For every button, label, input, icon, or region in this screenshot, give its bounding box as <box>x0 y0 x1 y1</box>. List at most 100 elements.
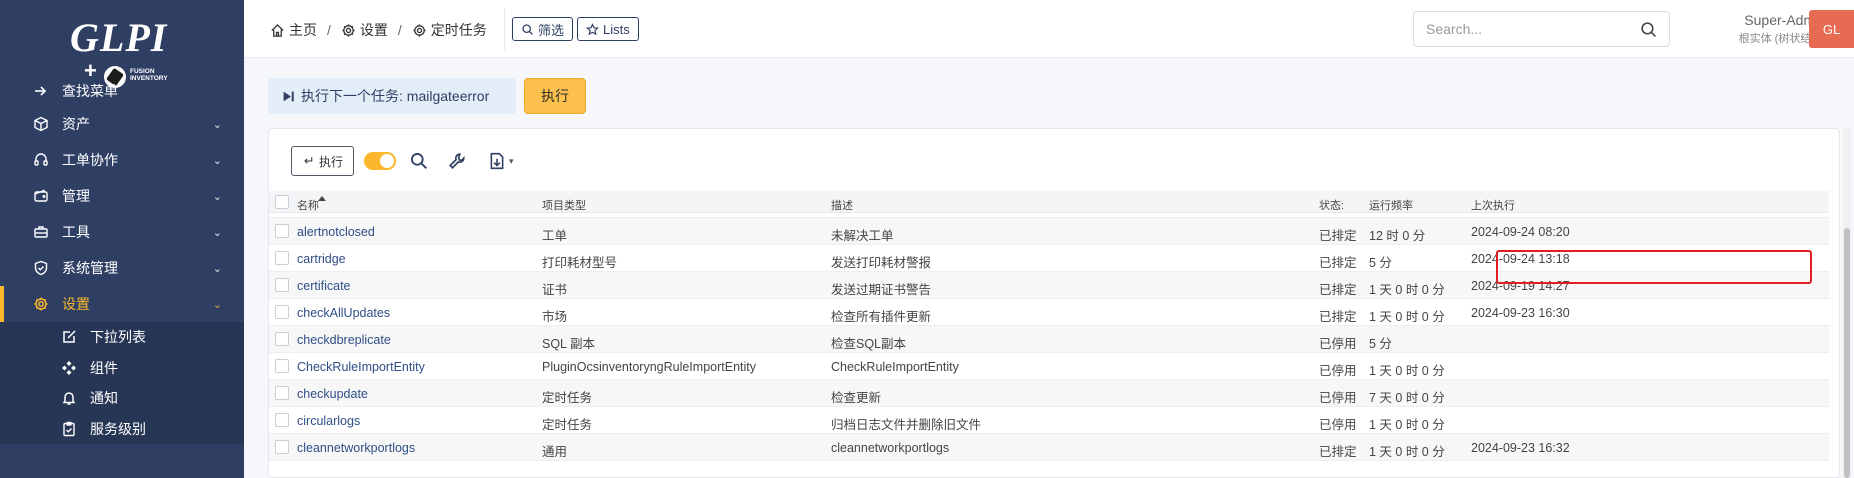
breadcrumb-home-label: 主页 <box>289 22 317 38</box>
cell-name[interactable]: cartridge <box>297 252 346 266</box>
row-checkbox[interactable] <box>275 251 289 265</box>
cell-description: 发送打印耗材警报 <box>831 256 932 270</box>
next-task-banner[interactable]: 执行下一个任务: mailgateerror <box>268 78 516 114</box>
table-row[interactable]: circularlogs 定时任务 归档日志文件并删除旧文件 已停用 1 天 0 时 0… <box>269 407 1829 434</box>
column-header-last-run[interactable]: 上次执行 <box>1471 197 1515 213</box>
column-header-frequency[interactable]: 运行频率 <box>1369 197 1413 213</box>
sidebar-subitem-3[interactable]: 服务级别 <box>0 414 244 445</box>
glpi-logo[interactable]: GLPI + FUSION INVENTORY <box>70 14 180 88</box>
scrollbar[interactable] <box>1843 128 1851 478</box>
breadcrumb: 主页 / 设置 / 定时任务 <box>270 20 487 40</box>
box-icon <box>32 115 50 133</box>
cell-status: 已排定 <box>1319 283 1357 297</box>
row-checkbox[interactable] <box>275 413 289 427</box>
column-header-itemtype[interactable]: 项目类型 <box>542 197 586 213</box>
row-checkbox[interactable] <box>275 440 289 454</box>
filter-button[interactable]: 筛选 <box>512 17 574 41</box>
sidebar-subitem-0[interactable]: 下拉列表 <box>0 322 244 353</box>
row-checkbox[interactable] <box>275 386 289 400</box>
avatar[interactable]: GL <box>1809 10 1854 48</box>
edit-icon <box>60 328 78 346</box>
cron-task-table: 名称 项目类型 描述 状态: 运行频率 上次执行 alertnotclosed 工… <box>269 191 1829 477</box>
column-header-description[interactable]: 描述 <box>831 197 853 213</box>
play-next-icon <box>283 91 294 101</box>
cron-task-list-card: 执行 ▾ 名称 项目类型 描述 状态: 运行频率 上次执行 alertnotcl… <box>268 128 1840 478</box>
cell-description: 检查所有插件更新 <box>831 310 932 324</box>
sidebar-menu: 查找菜单 资产 ⌄ 工单协作 ⌄ 管理 ⌄ 工具 ⌄ 系统管理 ⌄ 设置 ⌄ 下拉列表 组件 通知 服务级别 <box>0 76 244 444</box>
sidebar-item-1[interactable]: 资产 ⌄ <box>0 106 244 142</box>
lists-button-label: Lists <box>603 21 630 37</box>
arrow-right-icon <box>32 82 50 100</box>
user-menu[interactable]: Super-Admin 根实体 (树状结构) <box>1706 12 1826 46</box>
row-checkbox[interactable] <box>275 305 289 319</box>
cell-description: 检查SQL副本 <box>831 337 907 351</box>
chevron-down-icon: ⌄ <box>212 119 222 131</box>
table-row[interactable]: checkupdate 定时任务 检查更新 已停用 7 天 0 时 0 分 <box>269 380 1829 407</box>
cell-description: 检查更新 <box>831 391 882 405</box>
search-input[interactable] <box>1414 12 1624 46</box>
row-checkbox[interactable] <box>275 224 289 238</box>
cell-name[interactable]: checkdbreplicate <box>297 333 391 347</box>
table-row[interactable]: checkAllUpdates 市场 检查所有插件更新 已排定 1 天 0 时 0 分 2… <box>269 299 1829 326</box>
sidebar-subitem-2[interactable]: 通知 <box>0 383 244 414</box>
cell-name[interactable]: cleannetworkportlogs <box>297 441 415 455</box>
lists-button[interactable]: Lists <box>577 17 639 41</box>
cell-name[interactable]: alertnotclosed <box>297 225 375 239</box>
sidebar-subitem-label: 下拉列表 <box>90 329 146 346</box>
wallet-icon <box>32 187 50 205</box>
cell-name[interactable]: certificate <box>297 279 351 293</box>
table-row[interactable]: cartridge 打印耗材型号 发送打印耗材警报 已排定 5 分 2024-09-24 … <box>269 245 1829 272</box>
cell-frequency: 1 天 0 时 0 分 <box>1369 418 1445 432</box>
cell-last-run: 2024-09-19 14:27 <box>1471 279 1570 293</box>
sidebar-item-label: 系统管理 <box>62 260 118 276</box>
wrench-icon[interactable] <box>446 150 468 172</box>
sidebar-item-4[interactable]: 工具 ⌄ <box>0 214 244 250</box>
cell-name[interactable]: CheckRuleImportEntity <box>297 360 425 374</box>
export-icon[interactable] <box>486 150 508 172</box>
row-checkbox[interactable] <box>275 278 289 292</box>
gear-icon <box>413 23 426 37</box>
logo-text: GLPI <box>70 15 168 60</box>
table-row[interactable]: cleannetworkportlogs 通用 cleannetworkportlo… <box>269 434 1829 461</box>
row-checkbox[interactable] <box>275 359 289 373</box>
cell-name[interactable]: circularlogs <box>297 414 360 428</box>
briefcase-icon <box>32 223 50 241</box>
table-row[interactable]: CheckRuleImportEntity PluginOcsinventoryn… <box>269 353 1829 380</box>
star-icon <box>586 22 599 35</box>
sidebar-item-6[interactable]: 设置 ⌄ <box>0 286 244 322</box>
table-row[interactable]: alertnotclosed 工单 未解决工单 已排定 12 时 0 分 2024-09-… <box>269 218 1829 245</box>
table-row[interactable]: certificate 证书 发送过期证书警告 已排定 1 天 0 时 0 分 2024-… <box>269 272 1829 299</box>
table-row[interactable]: checkdbreplicate SQL 副本 检查SQL副本 已停用 5 分 <box>269 326 1829 353</box>
cell-description: 归档日志文件并删除旧文件 <box>831 418 982 432</box>
column-header-status[interactable]: 状态: <box>1319 197 1344 213</box>
breadcrumb-settings[interactable]: 设置 <box>341 20 388 40</box>
cell-status: 已停用 <box>1319 391 1357 405</box>
sidebar-item-5[interactable]: 系统管理 ⌄ <box>0 250 244 286</box>
execute-button[interactable]: 执行 <box>524 78 586 114</box>
top-header: 主页 / 设置 / 定时任务 筛选 Lists Super-Admin 根实体 … <box>244 0 1854 58</box>
column-header-name[interactable]: 名称 <box>297 196 326 213</box>
row-checkbox[interactable] <box>275 332 289 346</box>
breadcrumb-home[interactable]: 主页 <box>270 20 317 40</box>
cell-frequency: 1 天 0 时 0 分 <box>1369 445 1445 459</box>
chevron-down-icon: ⌄ <box>212 155 222 167</box>
search-icon[interactable] <box>408 150 430 172</box>
scrollbar-thumb[interactable] <box>1844 228 1850 478</box>
chevron-down-icon[interactable]: ▾ <box>509 156 514 167</box>
sidebar-item-3[interactable]: 管理 ⌄ <box>0 178 244 214</box>
breadcrumb-automatic-actions[interactable]: 定时任务 <box>412 20 487 40</box>
massive-execute-button[interactable]: 执行 <box>291 146 355 176</box>
chevron-down-icon: ⌄ <box>212 263 222 275</box>
cell-description: CheckRuleImportEntity <box>831 360 959 374</box>
select-all-checkbox[interactable] <box>275 195 289 209</box>
cell-name[interactable]: checkupdate <box>297 387 368 401</box>
cell-status: 已停用 <box>1319 364 1357 378</box>
sidebar-item-2[interactable]: 工单协作 ⌄ <box>0 142 244 178</box>
search-icon[interactable] <box>1640 21 1657 38</box>
toggle-switch[interactable] <box>364 152 397 170</box>
sidebar-subitem-1[interactable]: 组件 <box>0 353 244 384</box>
cell-name[interactable]: checkAllUpdates <box>297 306 390 320</box>
sidebar-item-label: 管理 <box>62 188 90 204</box>
sidebar-item-0[interactable]: 查找菜单 <box>0 76 244 106</box>
cell-itemtype: PluginOcsinventoryngRuleImportEntity <box>542 360 756 374</box>
